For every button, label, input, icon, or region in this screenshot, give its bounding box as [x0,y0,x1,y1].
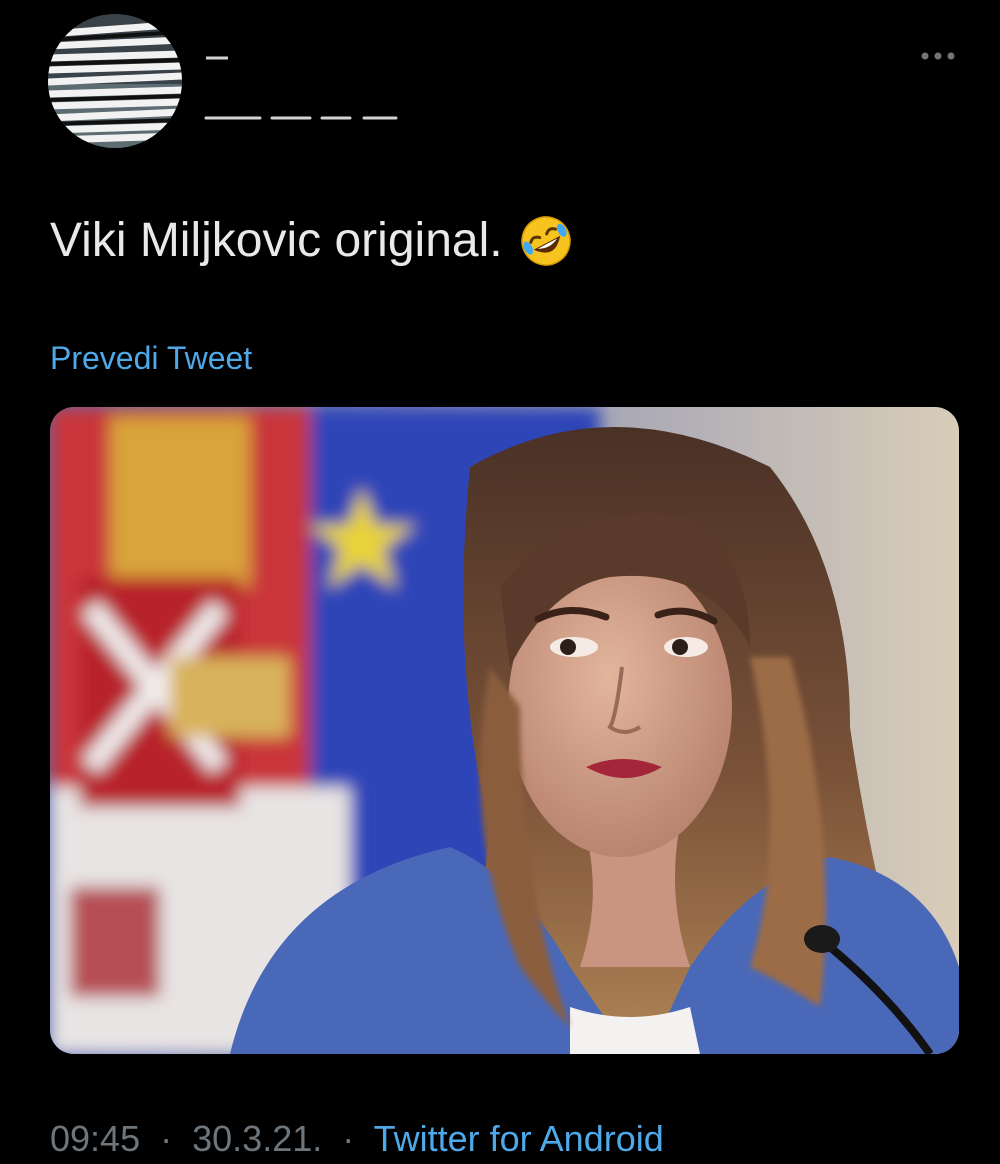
tweet-text: Viki Miljkovic original. [50,206,573,276]
meta-separator: · [160,1118,173,1159]
tweet-meta: 09:45 · 30.3.21. · Twitter for Android [50,1114,664,1164]
tweet-detail: Viki Miljkovic original. Prevedi Tweet 0… [0,0,1000,1159]
obscured-avatar-image [48,14,182,148]
tweet-body: Viki Miljkovic original. [50,214,503,267]
more-horizontal-icon [921,52,955,60]
translate-tweet-link[interactable]: Prevedi Tweet [50,336,252,380]
tweet-media-image[interactable] [50,407,959,1054]
more-options-button[interactable] [916,38,960,74]
author-avatar[interactable] [48,14,182,148]
photo-woman-at-press-conference [50,407,959,1054]
tweet-date: 30.3.21. [192,1118,323,1159]
tweet-source-link[interactable]: Twitter for Android [374,1118,664,1159]
tweet-time: 09:45 [50,1118,141,1159]
meta-separator: · [342,1118,355,1159]
author-name-obscured[interactable] [200,48,420,128]
rofl-emoji-icon [520,216,571,266]
obscured-author-name [204,56,398,120]
